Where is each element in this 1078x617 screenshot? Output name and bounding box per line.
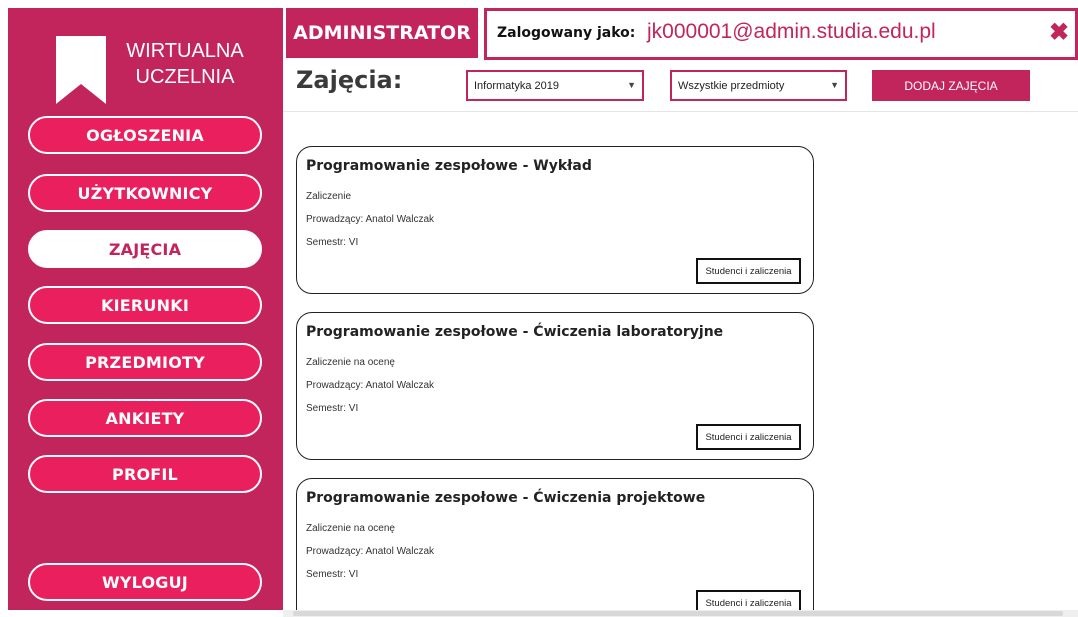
class-teacher: Prowadzący: Anatol Walczak: [306, 380, 435, 391]
logout-button[interactable]: WYLOGUJ: [28, 563, 262, 601]
field-of-study-select[interactable]: Informatyka 2019 ▼: [466, 70, 644, 101]
add-class-button[interactable]: DODAJ ZAJĘCIA: [872, 70, 1030, 101]
chevron-down-icon: ▼: [830, 80, 839, 90]
class-card: Programowanie zespołowe - Wykład Zalicze…: [296, 146, 814, 294]
sidebar-item-announcements[interactable]: OGŁOSZENIA: [28, 116, 262, 154]
class-assessment: Zaliczenie na ocenę: [306, 357, 395, 368]
sidebar-item-subjects[interactable]: PRZEDMIOTY: [28, 343, 262, 381]
class-semester: Semestr: VI: [306, 569, 359, 580]
students-grades-button[interactable]: Studenci i zaliczenia: [696, 590, 801, 610]
app-logo-text: WIRTUALNA UCZELNIA: [120, 38, 250, 90]
class-list: Programowanie zespołowe - Wykład Zalicze…: [283, 112, 1078, 610]
scrollbar-thumb[interactable]: [293, 611, 1063, 616]
subject-select-value: Wszystkie przedmioty: [678, 79, 785, 92]
class-semester: Semestr: VI: [306, 403, 359, 414]
top-strip: [0, 0, 1078, 8]
page-title: Zajęcia:: [296, 66, 403, 94]
class-card: Programowanie zespołowe - Ćwiczenia labo…: [296, 312, 814, 460]
logo-line-1: WIRTUALNA: [126, 40, 244, 62]
students-grades-button[interactable]: Studenci i zaliczenia: [696, 424, 801, 450]
subject-select[interactable]: Wszystkie przedmioty ▼: [670, 70, 847, 101]
class-title: Programowanie zespołowe - Ćwiczenia proj…: [306, 490, 706, 506]
logged-in-label: Zalogowany jako:: [497, 25, 636, 41]
role-badge: ADMINISTRATOR: [286, 8, 478, 58]
class-card: Programowanie zespołowe - Ćwiczenia proj…: [296, 478, 814, 610]
sidebar: WIRTUALNA UCZELNIA OGŁOSZENIA UŻYTKOWNIC…: [8, 8, 283, 610]
user-email: jk000001@admin.studia.edu.pl: [647, 20, 936, 43]
sidebar-item-profile[interactable]: PROFIL: [28, 455, 262, 493]
class-assessment: Zaliczenie na ocenę: [306, 523, 395, 534]
class-semester: Semestr: VI: [306, 237, 359, 248]
class-teacher: Prowadzący: Anatol Walczak: [306, 546, 435, 557]
class-teacher: Prowadzący: Anatol Walczak: [306, 214, 435, 225]
students-grades-button[interactable]: Studenci i zaliczenia: [696, 258, 801, 284]
class-assessment: Zaliczenie: [306, 191, 352, 202]
login-bar: Zalogowany jako: jk000001@admin.studia.e…: [484, 8, 1078, 60]
sidebar-item-fields[interactable]: KIERUNKI: [28, 286, 262, 324]
horizontal-scrollbar[interactable]: [283, 610, 1078, 617]
logo-line-2: UCZELNIA: [135, 66, 235, 88]
sidebar-item-classes[interactable]: ZAJĘCIA: [28, 230, 262, 268]
class-title: Programowanie zespołowe - Ćwiczenia labo…: [306, 324, 724, 340]
sidebar-item-surveys[interactable]: ANKIETY: [28, 399, 262, 437]
bookmark-logo-icon: [56, 36, 106, 104]
close-icon[interactable]: ✖: [1047, 21, 1071, 45]
sidebar-item-users[interactable]: UŻYTKOWNICY: [28, 174, 262, 212]
chevron-down-icon: ▼: [627, 80, 636, 90]
field-of-study-select-value: Informatyka 2019: [474, 79, 559, 92]
class-title: Programowanie zespołowe - Wykład: [306, 158, 592, 174]
